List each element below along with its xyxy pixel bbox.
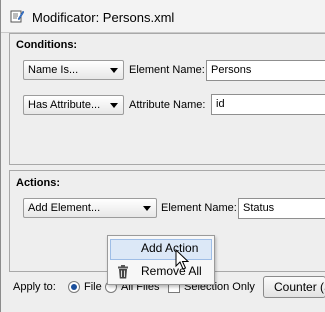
condition-attribute-name-input[interactable]: id bbox=[211, 94, 325, 115]
menu-item-label: Remove All bbox=[141, 264, 202, 278]
actions-title: Actions: bbox=[16, 177, 60, 189]
chevron-down-icon bbox=[110, 68, 118, 73]
menu-item-add-action[interactable]: Add Action bbox=[110, 239, 212, 260]
modificator-window: Modificator: Persons.xml Conditions: Nam… bbox=[0, 0, 325, 312]
condition-combo-has-attribute[interactable]: Has Attribute... bbox=[23, 95, 124, 115]
chevron-down-icon bbox=[110, 103, 118, 108]
element-name-label: Element Name: bbox=[129, 64, 205, 76]
conditions-title: Conditions: bbox=[16, 39, 78, 51]
element-name-label: Element Name: bbox=[161, 202, 237, 214]
condition-combo-name-is[interactable]: Name Is... bbox=[23, 60, 124, 80]
attribute-name-label: Attribute Name: bbox=[129, 99, 206, 111]
trash-icon bbox=[117, 265, 129, 279]
apply-to-label: Apply to: bbox=[13, 281, 56, 293]
title-bar: Modificator: Persons.xml bbox=[1, 0, 325, 33]
combo-label: Add Element... bbox=[28, 202, 101, 214]
combo-label: Has Attribute... bbox=[28, 99, 101, 111]
mouse-cursor-icon bbox=[175, 248, 190, 271]
radio-file[interactable] bbox=[68, 281, 80, 293]
menu-item-remove-all[interactable]: Remove All bbox=[110, 262, 212, 283]
counter-button[interactable]: Counter (S bbox=[263, 276, 325, 298]
menu-item-label: Add Action bbox=[141, 241, 199, 255]
chevron-down-icon bbox=[143, 206, 151, 211]
combo-label: Name Is... bbox=[28, 64, 79, 76]
action-combo-add-element[interactable]: Add Element... bbox=[23, 198, 157, 218]
context-menu: Add Action Remove All bbox=[107, 235, 215, 285]
action-element-name-input[interactable]: Status bbox=[238, 198, 325, 219]
conditions-panel: Conditions: Name Is... Element Name: Per… bbox=[9, 33, 325, 165]
condition-element-name-input[interactable]: Persons bbox=[206, 60, 325, 81]
window-title: Modificator: Persons.xml bbox=[32, 10, 175, 25]
edit-document-icon bbox=[10, 9, 25, 23]
radio-file-label[interactable]: File bbox=[84, 281, 102, 293]
